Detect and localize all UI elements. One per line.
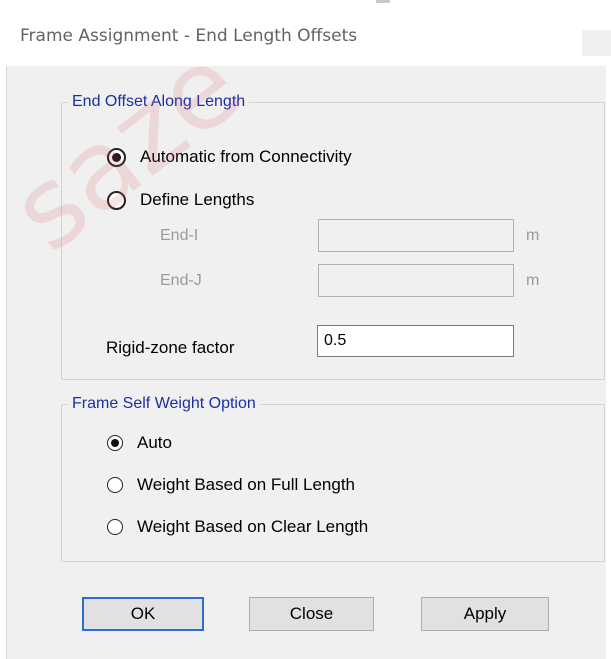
full-length-radio[interactable]: [107, 477, 123, 493]
full-length-option[interactable]: Weight Based on Full Length: [107, 472, 355, 498]
auto-label: Auto: [137, 433, 172, 452]
end-i-field[interactable]: [318, 219, 514, 252]
end-offset-group-title: End Offset Along Length: [68, 92, 250, 112]
full-length-label: Weight Based on Full Length: [137, 475, 355, 494]
auto-radio[interactable]: [107, 435, 123, 451]
clear-length-option[interactable]: Weight Based on Clear Length: [107, 514, 368, 540]
end-offset-group: End Offset Along Length Automatic from C…: [61, 92, 605, 380]
end-i-unit: m: [526, 227, 540, 244]
automatic-label: Automatic from Connectivity: [140, 147, 352, 166]
define-lengths-option[interactable]: Define Lengths: [107, 187, 254, 213]
rigid-zone-field[interactable]: [317, 325, 514, 357]
end-j-unit: m: [526, 272, 540, 289]
end-j-field[interactable]: [318, 264, 514, 297]
ok-button[interactable]: OK: [82, 597, 204, 631]
clear-length-label: Weight Based on Clear Length: [137, 517, 369, 536]
automatic-option[interactable]: Automatic from Connectivity: [107, 144, 352, 170]
define-lengths-label: Define Lengths: [140, 190, 255, 209]
dialog-body: End Offset Along Length Automatic from C…: [6, 66, 606, 659]
clear-length-radio[interactable]: [107, 519, 123, 535]
rigid-zone-label: Rigid-zone factor: [106, 338, 235, 357]
apply-button[interactable]: Apply: [421, 597, 549, 631]
self-weight-group: Frame Self Weight Option Auto Weight Bas…: [61, 394, 605, 562]
top-edge-mark: [376, 0, 390, 3]
window-title: Frame Assignment - End Length Offsets: [20, 26, 358, 46]
auto-option[interactable]: Auto: [107, 430, 172, 456]
end-j-label: End-J: [160, 272, 202, 289]
title-bar: Frame Assignment - End Length Offsets: [0, 0, 611, 66]
end-i-label: End-I: [160, 227, 199, 244]
close-icon[interactable]: [582, 30, 611, 56]
close-button[interactable]: Close: [249, 597, 374, 631]
automatic-radio[interactable]: [107, 147, 126, 167]
define-lengths-radio[interactable]: [107, 190, 126, 210]
self-weight-group-title: Frame Self Weight Option: [68, 394, 260, 414]
